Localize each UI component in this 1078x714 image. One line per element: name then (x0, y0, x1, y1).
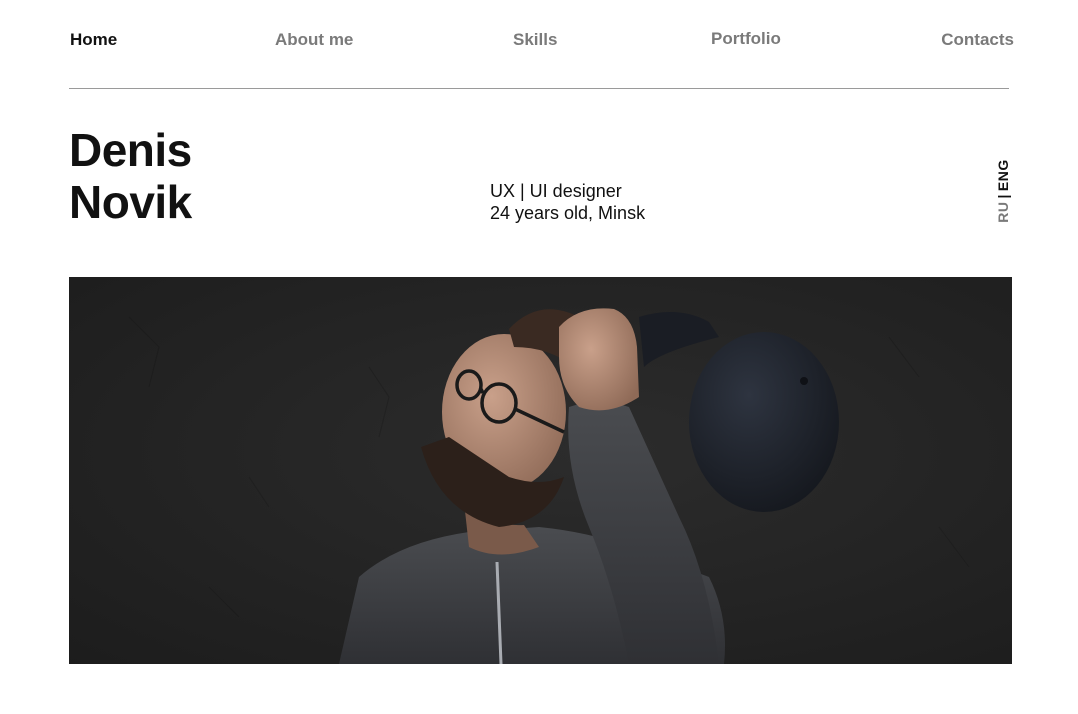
first-name: Denis (69, 124, 192, 176)
cap (689, 332, 839, 512)
role-text: UX | UI designer (490, 181, 622, 201)
details-text: 24 years old, Minsk (490, 203, 646, 223)
hand (559, 308, 639, 411)
page-title: Denis Novik (69, 124, 192, 228)
portfolio-page: Home About me Skills Portfolio Contacts … (0, 0, 1078, 714)
language-switcher: RU | ENG (993, 158, 1013, 224)
nav-item-skills[interactable]: Skills (513, 30, 557, 50)
main-nav: Home About me Skills Portfolio Contacts (70, 29, 1014, 52)
nav-item-contacts[interactable]: Contacts (941, 30, 1014, 50)
portrait-illustration (69, 277, 1012, 664)
hero-tagline: UX | UI designer 24 years old, Minsk (490, 180, 645, 224)
header-divider (69, 88, 1009, 89)
nav-item-about-me[interactable]: About me (275, 30, 353, 50)
nav-item-portfolio[interactable]: Portfolio (711, 29, 781, 49)
hero-photo (69, 277, 1012, 664)
lang-separator: | (995, 194, 1011, 199)
lang-eng-option[interactable]: ENG (995, 159, 1011, 191)
cap-button (800, 377, 808, 385)
lang-ru-option[interactable]: RU (995, 202, 1011, 223)
nav-item-home[interactable]: Home (70, 30, 117, 50)
last-name: Novik (69, 176, 192, 228)
